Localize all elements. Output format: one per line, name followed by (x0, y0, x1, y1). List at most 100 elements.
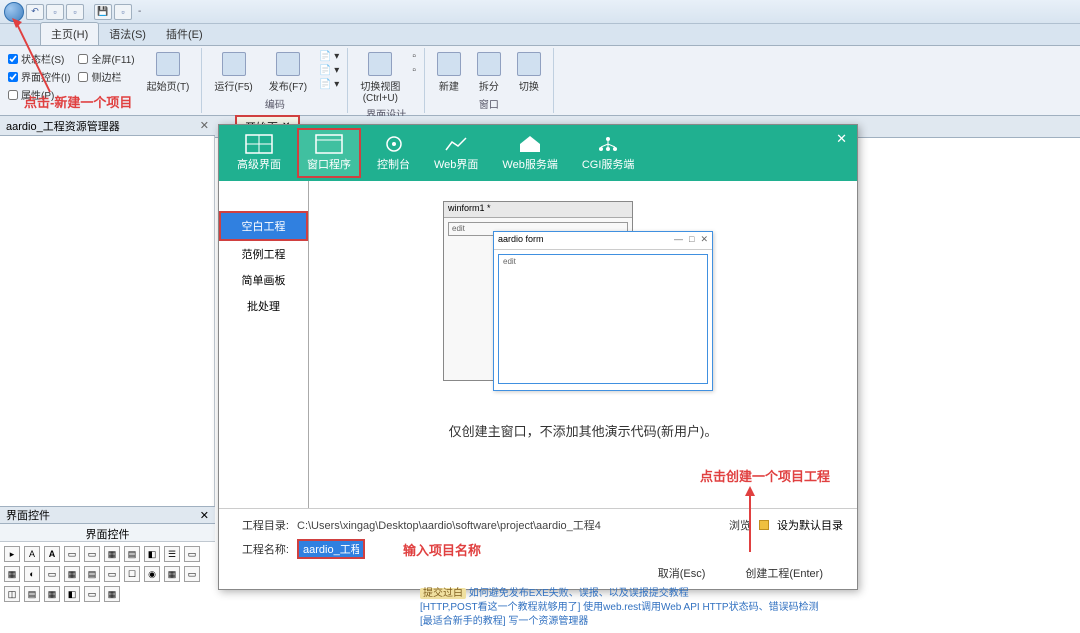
palette-item[interactable]: ▦ (44, 586, 60, 602)
palette-item[interactable]: ▭ (184, 546, 200, 562)
btn-publish[interactable]: 发布(F7) (263, 50, 313, 95)
btn-startpage[interactable]: 起始页(T) (141, 50, 196, 103)
tab-plugin[interactable]: 插件(E) (156, 23, 213, 45)
palette-item[interactable]: ▭ (84, 586, 100, 602)
ribbon-group: 状态栏(S) 界面控件(I) 属性(P) 全屏(F11) 侧边栏 起始页(T) (0, 48, 202, 113)
palette-item[interactable]: ◧ (64, 586, 80, 602)
template-cgi[interactable]: CGI服务端 (574, 130, 643, 176)
window-icon (315, 134, 343, 154)
palette-item[interactable]: ◧ (144, 546, 160, 562)
template-canvas[interactable]: 简单画板 (219, 267, 308, 293)
footer-links: 提交过白 如何避免发布EXE失败、误报、以及误报提交教程 [HTTP,POST看… (420, 587, 840, 629)
chk-fullscreen[interactable]: 全屏(F11) (76, 50, 136, 67)
template-console[interactable]: 控制台 (369, 130, 418, 176)
name-label: 工程名称: (233, 541, 289, 557)
group-label: 编码 (208, 96, 341, 111)
palette-label-icon[interactable]: A (44, 546, 60, 562)
chart-icon (442, 134, 470, 154)
palette-item[interactable]: ▦ (64, 566, 80, 582)
split-icon (477, 52, 501, 76)
chk-controls[interactable]: 界面控件(I) (6, 68, 72, 85)
btn-switch[interactable]: 切换 (511, 50, 547, 95)
template-advanced[interactable]: 高级界面 (229, 130, 289, 176)
browse-button[interactable]: 浏览 (729, 517, 751, 533)
qat-btn[interactable]: ▫ (46, 4, 64, 20)
tab-syntax[interactable]: 语法(S) (99, 23, 156, 45)
close-icon[interactable]: ✕ (200, 119, 209, 132)
btn-run[interactable]: 运行(F5) (208, 50, 258, 95)
palette-item[interactable]: ▭ (184, 566, 200, 582)
group-label: 窗口 (431, 96, 547, 111)
cancel-button[interactable]: 取消(Esc) (658, 565, 706, 581)
btn-split[interactable]: 拆分 (471, 50, 507, 95)
template-blank[interactable]: 空白工程 (219, 211, 308, 241)
project-tree[interactable] (0, 136, 215, 506)
palette-item[interactable]: ☰ (164, 546, 180, 562)
controls-panel-header: 界面控件 ✕ (0, 506, 215, 524)
palette-item[interactable]: ▭ (84, 546, 100, 562)
close-icon[interactable]: ✕ (200, 509, 209, 522)
view-icon (368, 52, 392, 76)
tab-home[interactable]: 主页(H) (40, 22, 99, 45)
close-icon[interactable]: ✕ (836, 131, 847, 147)
template-web[interactable]: Web界面 (426, 130, 486, 176)
template-description: 仅创建主窗口，不添加其他演示代码(新用户)。 (449, 421, 718, 440)
project-explorer-header: aardio_工程资源管理器 ✕ (0, 116, 215, 136)
design-item[interactable]: ▫ (410, 64, 418, 77)
palette-text-icon[interactable]: A (24, 546, 40, 562)
template-webserver[interactable]: Web服务端 (494, 130, 565, 176)
ribbon-tabs: 主页(H) 语法(S) 插件(E) (0, 24, 1080, 46)
template-window[interactable]: 窗口程序 (297, 128, 361, 178)
ribbon-group: 运行(F5) 发布(F7) 📄 ▾ 📄 ▾ 📄 ▾ 编码 (202, 48, 348, 113)
palette-item[interactable]: ▭ (64, 546, 80, 562)
default-dir-checkbox[interactable] (759, 520, 769, 530)
btn-new-window[interactable]: 新建 (431, 50, 467, 95)
close-icon: ✕ (700, 234, 708, 247)
dialog-body: 空白工程 范例工程 简单画板 批处理 winform1 * edit aardi… (219, 181, 857, 508)
home-icon (516, 134, 544, 154)
encode-item[interactable]: 📄 ▾ (317, 64, 341, 77)
dialog-header: ✕ 高级界面 窗口程序 控制台 Web界面 Web服务端 CGI服务端 (219, 125, 857, 181)
switch-icon (517, 52, 541, 76)
template-batch[interactable]: 批处理 (219, 293, 308, 319)
annotation-text: 输入项目名称 (403, 540, 481, 559)
project-path: C:\Users\xingag\Desktop\aardio\software\… (297, 517, 721, 533)
project-name-input[interactable] (297, 539, 365, 559)
palette-pointer-icon[interactable]: ▸ (4, 546, 20, 562)
ribbon: 状态栏(S) 界面控件(I) 属性(P) 全屏(F11) 侧边栏 起始页(T) … (0, 46, 1080, 116)
palette-item[interactable]: ▭ (104, 566, 120, 582)
chk-statusbar[interactable]: 状态栏(S) (6, 50, 72, 67)
palette-item[interactable]: ▦ (104, 546, 120, 562)
encode-item[interactable]: 📄 ▾ (317, 50, 341, 63)
template-sample[interactable]: 范例工程 (219, 241, 308, 267)
ribbon-group: 新建 拆分 切换 窗口 (425, 48, 554, 113)
palette-item[interactable]: ◐ (24, 566, 40, 582)
template-list: 空白工程 范例工程 简单画板 批处理 (219, 181, 309, 508)
qat-btn[interactable]: ▫ (66, 4, 84, 20)
palette-item[interactable]: ▤ (124, 546, 140, 562)
create-button[interactable]: 创建工程(Enter) (745, 565, 823, 581)
app-orb-icon[interactable] (4, 2, 24, 22)
btn-toggle-view[interactable]: 切换视图 (Ctrl+U) (354, 50, 406, 106)
palette-item[interactable]: ▦ (164, 566, 180, 582)
maximize-icon: □ (689, 234, 694, 247)
design-item[interactable]: ▫ (410, 50, 418, 63)
palette-item[interactable]: ▤ (84, 566, 100, 582)
palette-item[interactable]: ☐ (124, 566, 140, 582)
controls-palette: ▸ A A ▭ ▭ ▦ ▤ ◧ ☰ ▭ ▦ ◐ ▭ ▦ ▤ ▭ ☐ ◉ ▦ ▭ … (0, 542, 215, 606)
qat-save-icon[interactable]: 💾 (94, 4, 112, 20)
network-icon (594, 134, 622, 154)
encode-item[interactable]: 📄 ▾ (317, 78, 341, 91)
palette-item[interactable]: ◉ (144, 566, 160, 582)
palette-item[interactable]: ▦ (104, 586, 120, 602)
qat-undo-icon[interactable]: ↶ (26, 4, 44, 20)
palette-item[interactable]: ◫ (4, 586, 20, 602)
titlebar: ↶ ▫ ▫ 💾 ▫ - (0, 0, 1080, 24)
palette-item[interactable]: ▭ (44, 566, 60, 582)
qat-btn[interactable]: ▫ (114, 4, 132, 20)
palette-item[interactable]: ▦ (4, 566, 20, 582)
chk-sidebar[interactable]: 侧边栏 (76, 68, 136, 85)
chk-props[interactable]: 属性(P) (6, 86, 72, 103)
palette-item[interactable]: ▤ (24, 586, 40, 602)
preview-front-window: aardio form—□✕ edit (493, 231, 713, 391)
